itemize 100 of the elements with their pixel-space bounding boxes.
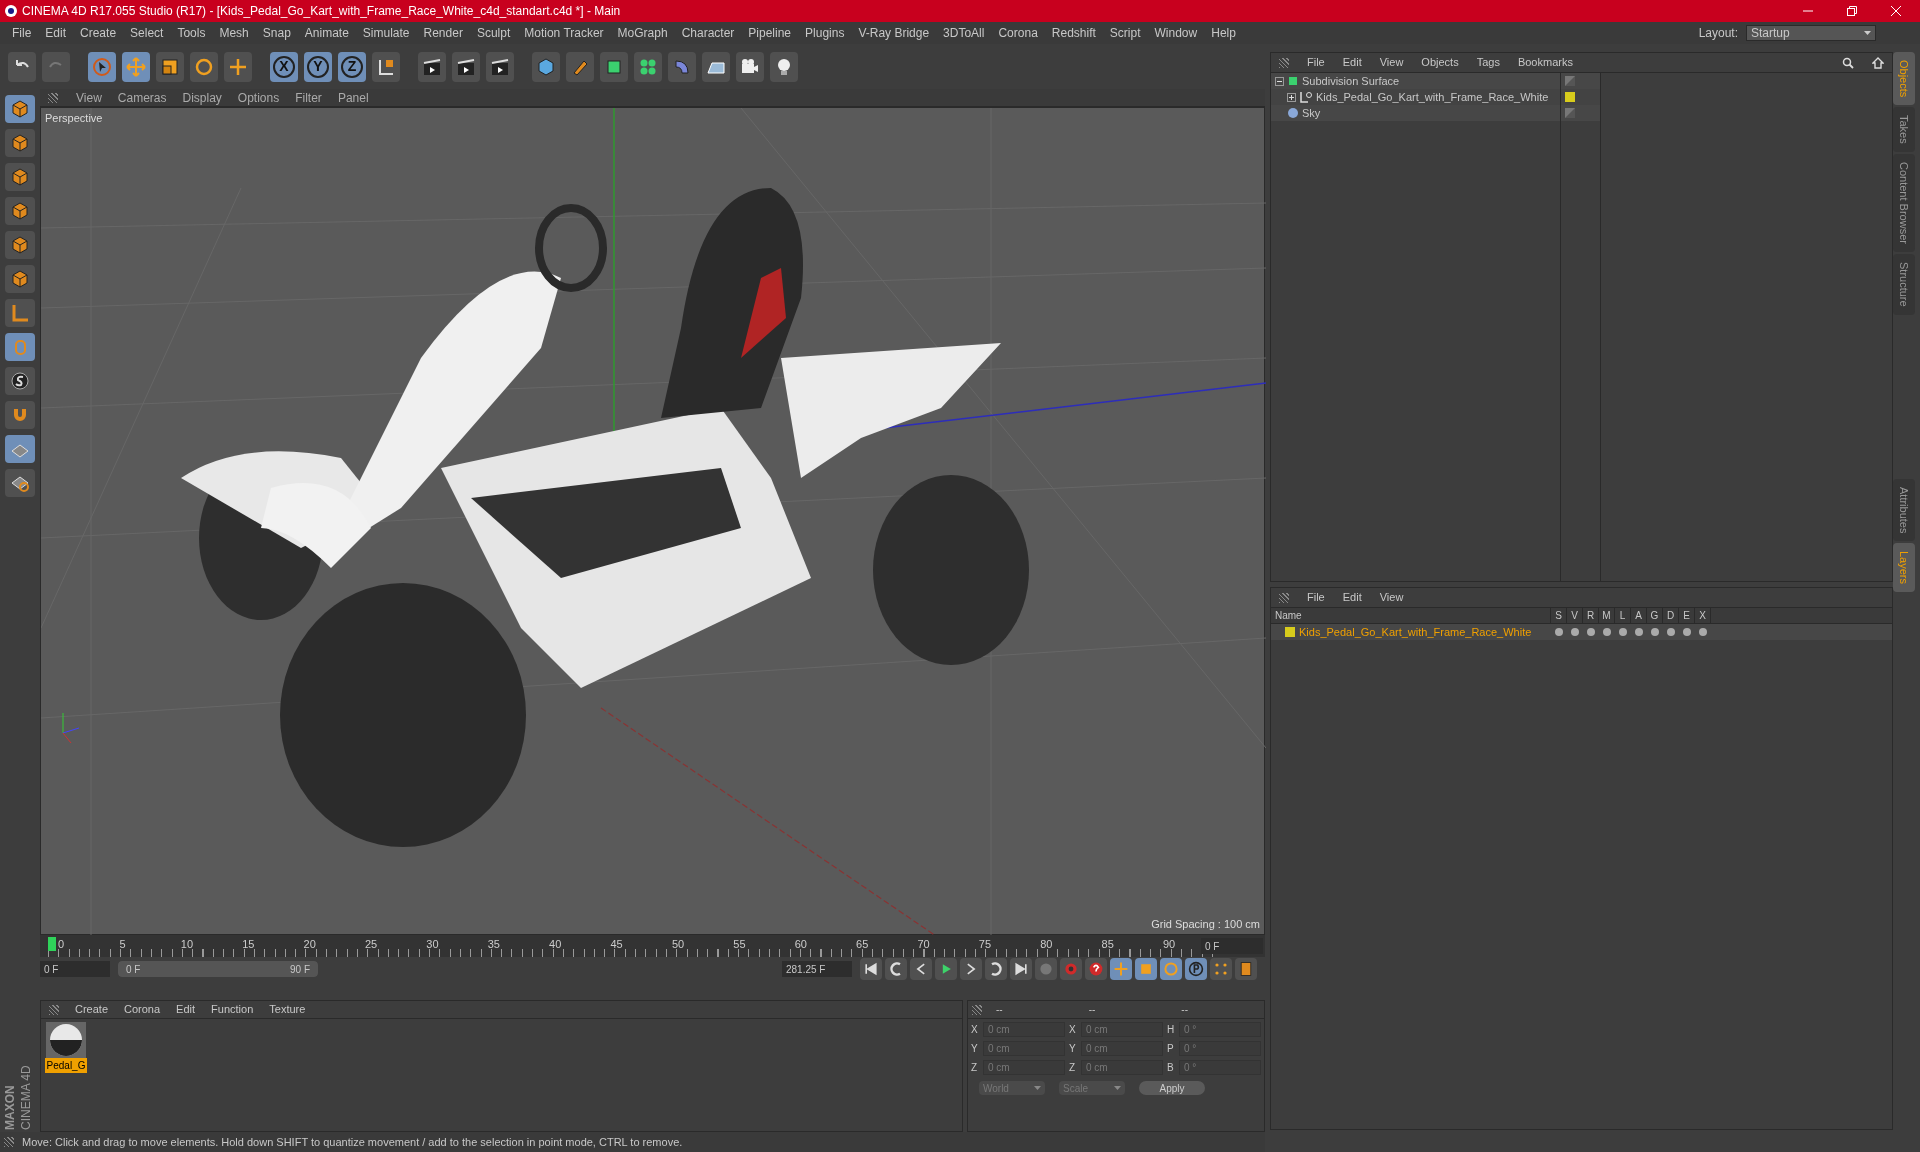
menu-item[interactable]: View — [76, 88, 102, 107]
search-icon[interactable] — [1842, 56, 1854, 69]
cloner-icon[interactable] — [634, 51, 662, 82]
menu-item[interactable]: Corona — [998, 24, 1038, 42]
cursor-icon[interactable] — [88, 51, 116, 82]
axis-lock-button[interactable]: Y — [304, 51, 332, 82]
menu-item[interactable]: Display — [182, 88, 222, 107]
frame-range-slider[interactable]: 0 F 90 F — [118, 961, 318, 977]
coordinate-system-icon[interactable] — [372, 51, 400, 82]
subdivision-icon[interactable] — [600, 51, 628, 82]
rotate-key-icon[interactable] — [1160, 958, 1182, 980]
menu-item[interactable]: Mesh — [219, 24, 249, 42]
undo-icon[interactable] — [8, 51, 36, 82]
menu-item[interactable]: Help — [1211, 24, 1236, 42]
pen-icon[interactable] — [566, 51, 594, 82]
menu-item[interactable]: Tools — [177, 24, 206, 42]
menu-item[interactable]: Objects — [1421, 54, 1459, 71]
side-tab[interactable]: Takes — [1893, 107, 1915, 153]
menu-item[interactable]: Tags — [1476, 54, 1500, 71]
visibility-toggle-icon[interactable] — [1565, 76, 1575, 86]
menu-item[interactable]: Select — [130, 24, 164, 42]
floor-icon[interactable] — [702, 51, 730, 82]
point-level-icon[interactable] — [1210, 958, 1232, 980]
camera-icon[interactable] — [736, 51, 764, 82]
menu-item[interactable]: View — [1379, 589, 1404, 606]
expand-toggle[interactable] — [1287, 92, 1296, 102]
menu-item[interactable]: Simulate — [362, 24, 410, 42]
menu-item[interactable]: Function — [211, 1001, 254, 1018]
axis-mode-icon[interactable] — [5, 299, 35, 327]
menu-item[interactable]: Create — [80, 24, 117, 42]
menu-item[interactable]: MoGraph — [617, 24, 668, 42]
menu-item[interactable]: Motion Tracker — [524, 24, 604, 42]
axis-lock-button[interactable]: Z — [338, 51, 366, 82]
side-tab[interactable]: Content Browser — [1893, 154, 1915, 252]
move-icon[interactable] — [122, 51, 150, 82]
texture-mode-icon[interactable] — [5, 129, 35, 157]
scale-icon[interactable] — [156, 51, 184, 82]
menu-item[interactable]: Cameras — [117, 88, 167, 107]
viewport[interactable]: Perspective Grid Spacing : 100 cm — [40, 107, 1265, 935]
menu-item[interactable]: Panel — [337, 88, 369, 107]
menu-item[interactable]: Script — [1109, 24, 1141, 42]
help-icon[interactable] — [1085, 958, 1107, 980]
apply-button[interactable]: Apply — [1139, 1081, 1205, 1095]
light-icon[interactable] — [770, 51, 798, 82]
move-icon[interactable] — [224, 51, 252, 82]
rotate-icon[interactable] — [190, 51, 218, 82]
visibility-toggle-icon[interactable] — [1565, 108, 1575, 118]
next-key-icon[interactable] — [985, 958, 1007, 980]
menu-item[interactable]: Edit — [176, 1001, 196, 1018]
menu-item[interactable]: Window — [1154, 24, 1198, 42]
material-thumbnail[interactable]: Pedal_G — [44, 1022, 88, 1073]
menu-item[interactable]: Pipeline — [748, 24, 792, 42]
close-icon[interactable] — [1891, 6, 1901, 16]
menu-item[interactable]: File — [1307, 54, 1325, 71]
go-to-start-icon[interactable] — [860, 958, 882, 980]
previous-frame-icon[interactable] — [910, 958, 932, 980]
points-mode-icon[interactable] — [5, 197, 35, 225]
current-frame-field[interactable]: 0 F — [1201, 938, 1263, 954]
menu-item[interactable]: Animate — [304, 24, 349, 42]
cube-icon[interactable] — [532, 51, 560, 82]
menu-item[interactable]: Render — [423, 24, 463, 42]
menu-item[interactable]: File — [12, 24, 32, 42]
menu-item[interactable]: 3DToAll — [943, 24, 985, 42]
menu-item[interactable]: Sculpt — [476, 24, 511, 42]
start-frame-field[interactable]: 0 F — [40, 961, 110, 977]
model-mode-icon[interactable] — [5, 95, 35, 123]
menu-item[interactable]: Plugins — [805, 24, 845, 42]
menu-item[interactable]: Edit — [1342, 54, 1362, 71]
edges-mode-icon[interactable] — [5, 231, 35, 259]
object-name[interactable]: Sky — [1302, 104, 1321, 122]
snap-icon[interactable] — [5, 367, 35, 395]
menu-item[interactable]: Edit — [45, 24, 67, 42]
menu-item[interactable]: Filter — [295, 88, 322, 107]
magnet-icon[interactable] — [5, 401, 35, 429]
menu-item[interactable]: Edit — [1342, 589, 1362, 606]
previous-key-icon[interactable] — [885, 958, 907, 980]
menu-item[interactable]: Snap — [262, 24, 291, 42]
menu-item[interactable]: Create — [75, 1001, 109, 1018]
collapse-toggle[interactable] — [1275, 76, 1284, 86]
menu-item[interactable]: V-Ray Bridge — [858, 24, 930, 42]
polygons-mode-icon[interactable] — [5, 265, 35, 293]
scale-key-icon[interactable] — [1135, 958, 1157, 980]
render-settings-icon[interactable] — [486, 51, 514, 82]
timeline-icon[interactable] — [1235, 958, 1257, 980]
side-tab[interactable]: Structure — [1893, 254, 1915, 315]
move-key-icon[interactable] — [1110, 958, 1132, 980]
menu-item[interactable]: Redshift — [1051, 24, 1096, 42]
fps-field[interactable]: 281.25 F — [782, 961, 852, 977]
menu-item[interactable]: Options — [237, 88, 280, 107]
menu-item[interactable]: View — [1379, 54, 1404, 71]
workplane-icon[interactable] — [5, 163, 35, 191]
home-icon[interactable] — [1872, 56, 1884, 69]
parameter-key-icon[interactable] — [1185, 958, 1207, 980]
render-picture-icon[interactable] — [452, 51, 480, 82]
menu-item[interactable]: Texture — [269, 1001, 306, 1018]
play-icon[interactable] — [935, 958, 957, 980]
menu-item[interactable]: Bookmarks — [1517, 54, 1573, 71]
restore-icon[interactable] — [1847, 6, 1857, 16]
side-tab[interactable]: Attributes — [1893, 478, 1915, 541]
axis-lock-button[interactable]: X — [270, 51, 298, 82]
